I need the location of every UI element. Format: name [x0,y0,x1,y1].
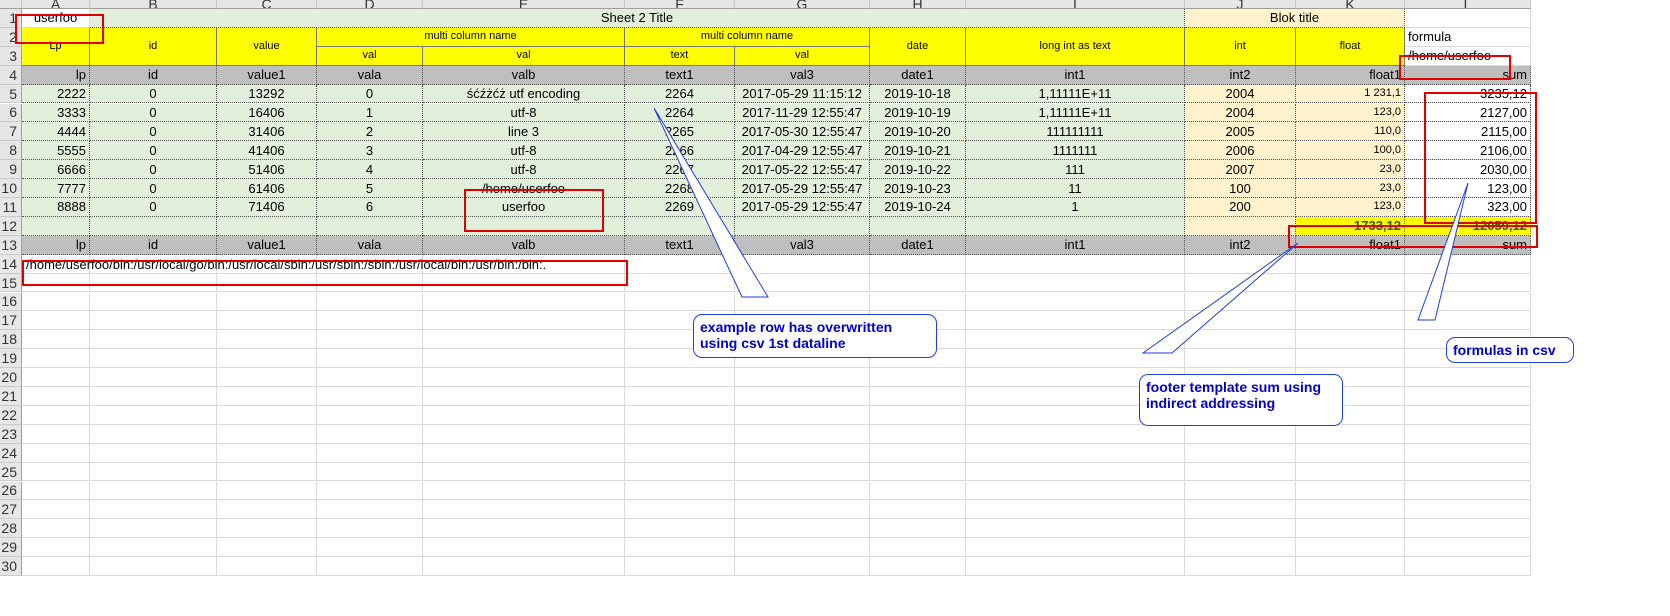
pointer-formulas [1417,182,1469,321]
callout-example-row: example row has overwritten using csv 1s… [693,314,937,358]
pointer-example [653,107,769,298]
callout-formulas-in-csv: formulas in csv [1446,337,1574,363]
callout-pointers [653,107,1469,354]
pointer-footer [1141,242,1299,354]
callout-footer-template: footer template sum using indirect addre… [1139,374,1343,426]
